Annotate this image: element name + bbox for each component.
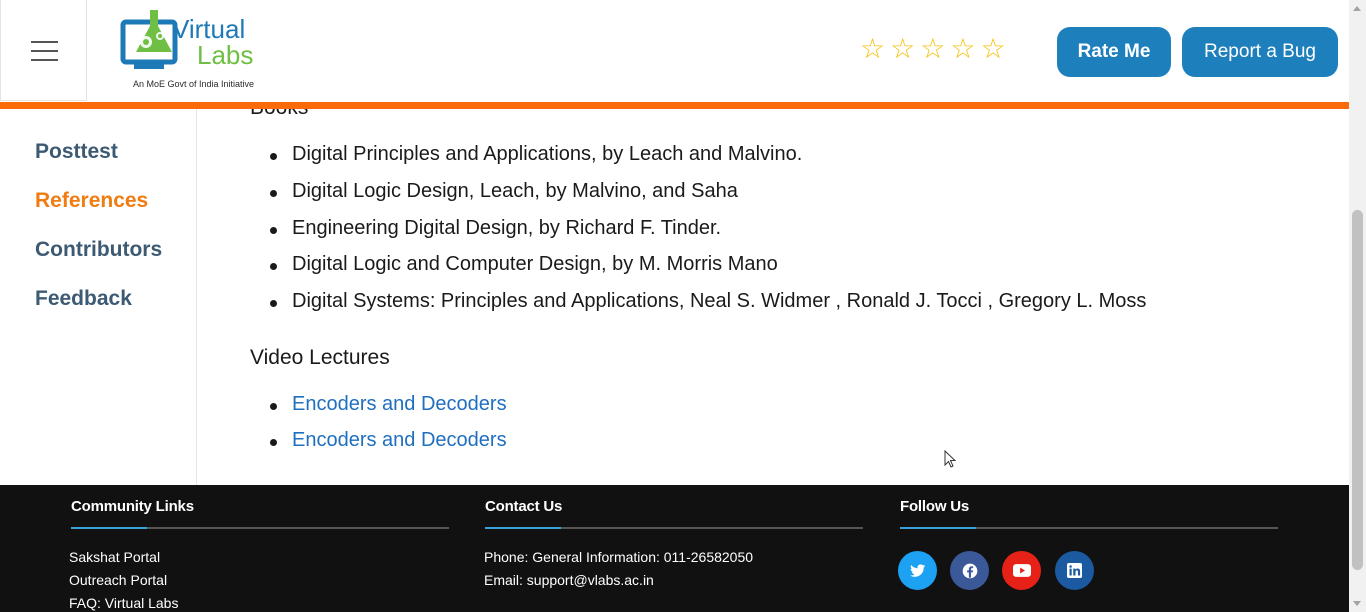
bullet (270, 153, 277, 160)
youtube-icon[interactable] (1002, 551, 1041, 590)
bullet (270, 190, 277, 197)
linkedin-icon[interactable] (1055, 551, 1094, 590)
divider (71, 527, 449, 529)
faq-link[interactable]: FAQ: Virtual Labs (69, 595, 178, 611)
contact-email[interactable]: Email: support@vlabs.ac.in (484, 572, 654, 588)
contact-phone: Phone: General Information: 011-26582050 (484, 549, 754, 565)
bullet (270, 300, 277, 307)
footer: Community Links Sakshat Portal Outreach … (0, 485, 1349, 612)
sidebar-item-posttest[interactable]: Posttest (35, 140, 118, 164)
divider (485, 527, 863, 529)
sidebar-item-feedback[interactable]: Feedback (35, 287, 132, 311)
mouse-cursor-icon (944, 450, 956, 468)
hamburger-line (31, 50, 58, 52)
facebook-icon[interactable] (950, 551, 989, 590)
contact-us-heading: Contact Us (485, 498, 563, 515)
logo-subtitle: An MoE Govt of India Initiative (133, 79, 255, 89)
twitter-icon[interactable] (898, 551, 937, 590)
star-icon[interactable]: ☆ (890, 35, 915, 63)
menu-button[interactable] (0, 0, 87, 101)
video-link[interactable]: Encoders and Decoders (292, 429, 507, 452)
scrollbar-thumb[interactable] (1352, 210, 1363, 570)
report-bug-button[interactable]: Report a Bug (1182, 27, 1338, 77)
bullet (270, 227, 277, 234)
hamburger-line (31, 59, 58, 61)
header: Virtual Labs An MoE Govt of India Initia… (0, 0, 1349, 102)
bullet (270, 263, 277, 270)
star-icon[interactable]: ☆ (920, 35, 945, 63)
sakshat-portal-link[interactable]: Sakshat Portal (69, 549, 160, 565)
video-link[interactable]: Encoders and Decoders (292, 393, 507, 416)
divider (900, 527, 1278, 529)
star-icon[interactable]: ☆ (980, 35, 1005, 63)
book-title: Digital Logic and Computer Design, by M.… (292, 253, 778, 275)
sidebar-item-contributors[interactable]: Contributors (35, 238, 162, 262)
outreach-portal-link[interactable]: Outreach Portal (69, 572, 167, 588)
page: Simulation Posttest References Contribut… (0, 0, 1349, 612)
virtual-labs-logo[interactable]: Virtual Labs An MoE Govt of India Initia… (112, 6, 292, 96)
scroll-up-arrow-icon[interactable] (1353, 6, 1361, 11)
community-links-heading: Community Links (71, 498, 194, 515)
scroll-down-arrow-icon[interactable] (1353, 601, 1361, 606)
logo-title-labs: Labs (197, 40, 254, 70)
vertical-scrollbar[interactable] (1349, 0, 1366, 612)
book-title: Digital Logic Design, Leach, by Malvino,… (292, 180, 738, 202)
bullet (270, 403, 277, 410)
star-icon[interactable]: ☆ (860, 35, 885, 63)
sidebar-item-references[interactable]: References (35, 189, 148, 213)
book-title: Engineering Digital Design, by Richard F… (292, 217, 722, 239)
book-title: Digital Systems: Principles and Applicat… (292, 290, 1147, 312)
follow-us-heading: Follow Us (900, 498, 970, 515)
header-accent-bar (0, 102, 1349, 109)
book-title: Digital Principles and Applications, by … (292, 143, 803, 165)
rate-me-button[interactable]: Rate Me (1057, 27, 1171, 77)
hamburger-icon (31, 41, 58, 43)
star-rating[interactable]: ☆ ☆ ☆ ☆ ☆ (860, 35, 1006, 63)
bullet (270, 439, 277, 446)
video-lectures-heading: Video Lectures (250, 346, 390, 369)
star-icon[interactable]: ☆ (950, 35, 975, 63)
